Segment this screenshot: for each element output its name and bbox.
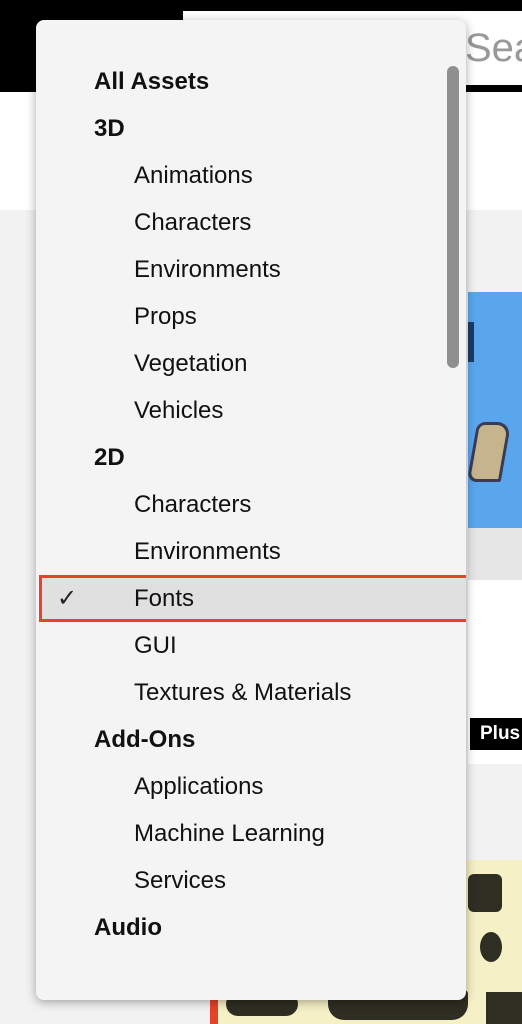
menu-item-services[interactable]: Services [36, 857, 466, 904]
menu-item-environments[interactable]: Environments [36, 528, 466, 575]
menu-category-add-ons[interactable]: Add-Ons [36, 716, 466, 763]
menu-item-animations[interactable]: Animations [36, 152, 466, 199]
menu-item-applications[interactable]: Applications [36, 763, 466, 810]
menu-item-label: All Assets [94, 68, 210, 95]
menu-item-fonts[interactable]: ✓ Fonts [39, 575, 466, 622]
thumbnail-sprite [466, 422, 512, 482]
menu-item-label: Animations [134, 162, 253, 189]
menu-item-label: Vehicles [134, 397, 224, 424]
thumbnail-detail [468, 322, 474, 362]
menu-category-3d[interactable]: 3D [36, 105, 466, 152]
menu-item-label: Applications [134, 773, 264, 800]
scrollbar-thumb[interactable] [447, 66, 459, 368]
menu-item-label: 3D [94, 115, 125, 142]
category-menu-list: All Assets 3D Animations Characters Environm… [36, 58, 466, 951]
menu-item-label: Add-Ons [94, 726, 196, 753]
menu-item-environments[interactable]: Environments [36, 246, 466, 293]
menu-item-label: Environments [134, 256, 281, 283]
menu-item-label: 2D [94, 444, 125, 471]
plus-badge: Plus [470, 718, 522, 750]
asset-thumbnail[interactable] [466, 292, 522, 528]
menu-item-machine-learning[interactable]: Machine Learning [36, 810, 466, 857]
menu-item-props[interactable]: Props [36, 293, 466, 340]
menu-item-label: Characters [134, 491, 252, 518]
menu-item-label: Props [134, 303, 197, 330]
menu-category-2d[interactable]: 2D [36, 434, 466, 481]
checkmark-icon: ✓ [57, 584, 78, 612]
thumbnail-pixel-art [468, 874, 502, 912]
menu-item-label: GUI [134, 632, 177, 659]
thumbnail-pixel-art [480, 932, 502, 962]
menu-item-characters[interactable]: Characters [36, 481, 466, 528]
category-dropdown: All Assets 3D Animations Characters Environm… [36, 20, 466, 1000]
menu-item-label: Audio [94, 914, 162, 941]
asset-caption [468, 528, 522, 580]
menu-item-label: Characters [134, 209, 252, 236]
thumbnail-pixel-art [486, 992, 522, 1024]
menu-item-gui[interactable]: GUI [36, 622, 466, 669]
menu-item-label: Fonts [134, 585, 195, 612]
menu-item-vehicles[interactable]: Vehicles [36, 387, 466, 434]
menu-item-textures-materials[interactable]: Textures & Materials [36, 669, 466, 716]
menu-item-label: Environments [134, 538, 281, 565]
menu-item-vegetation[interactable]: Vegetation [36, 340, 466, 387]
menu-item-characters[interactable]: Characters [36, 199, 466, 246]
menu-item-label: Services [134, 867, 227, 894]
menu-category-all-assets[interactable]: All Assets [36, 58, 466, 105]
menu-category-audio[interactable]: Audio [36, 904, 466, 951]
menu-item-label: Vegetation [134, 350, 248, 377]
menu-item-label: Textures & Materials [134, 679, 352, 706]
menu-item-label: Machine Learning [134, 820, 325, 847]
